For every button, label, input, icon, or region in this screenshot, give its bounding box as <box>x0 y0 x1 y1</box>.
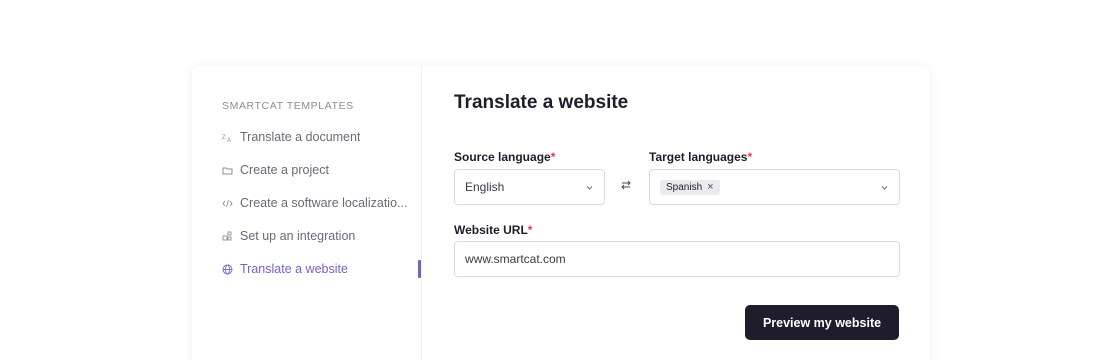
language-tag: Spanish × <box>660 179 720 195</box>
sidebar-item-label: Create a project <box>240 163 329 177</box>
folder-icon <box>222 165 233 176</box>
website-url-value: www.smartcat.com <box>465 252 566 266</box>
source-language-value: English <box>465 180 505 194</box>
sidebar-item-label: Translate a document <box>240 130 361 144</box>
svg-text:Z: Z <box>222 135 226 141</box>
remove-tag-icon[interactable]: × <box>707 181 713 193</box>
target-languages-select[interactable]: Spanish × <box>649 169 900 205</box>
svg-text:A: A <box>227 138 231 143</box>
language-tag-label: Spanish <box>666 181 703 193</box>
chevron-down-icon <box>880 183 889 192</box>
preview-website-button[interactable]: Preview my website <box>745 305 899 340</box>
swap-arrows-icon[interactable] <box>620 178 632 196</box>
main-panel: Translate a website Source language* Eng… <box>422 66 930 360</box>
chevron-down-icon <box>585 183 594 192</box>
sidebar-item-label: Set up an integration <box>240 229 356 243</box>
required-mark: * <box>747 150 753 164</box>
required-mark: * <box>550 150 556 164</box>
globe-icon <box>222 264 233 275</box>
sidebar-item-create-project[interactable]: Create a project <box>222 161 418 179</box>
target-languages-label: Target languages* <box>649 150 753 164</box>
translate-icon: ZA <box>222 132 233 143</box>
source-language-label: Source language* <box>454 150 556 164</box>
integration-icon <box>222 231 233 242</box>
code-icon <box>222 198 233 209</box>
sidebar-item-translate-document[interactable]: ZA Translate a document <box>222 128 418 146</box>
template-card: SMARTCAT TEMPLATES ZA Translate a docume… <box>192 66 930 360</box>
sidebar-item-software-localization[interactable]: Create a software localizatio... <box>222 194 418 212</box>
website-url-input[interactable]: www.smartcat.com <box>454 241 900 277</box>
sidebar-item-translate-website[interactable]: Translate a website <box>222 260 418 278</box>
templates-sidebar: SMARTCAT TEMPLATES ZA Translate a docume… <box>192 66 422 360</box>
page-title: Translate a website <box>454 92 629 113</box>
sidebar-heading: SMARTCAT TEMPLATES <box>222 100 354 112</box>
sidebar-item-label: Create a software localizatio... <box>240 196 408 210</box>
sidebar-item-integration[interactable]: Set up an integration <box>222 227 418 245</box>
required-mark: * <box>527 223 533 237</box>
source-language-select[interactable]: English <box>454 169 605 205</box>
website-url-label: Website URL* <box>454 223 533 237</box>
sidebar-item-label: Translate a website <box>240 262 348 276</box>
active-indicator <box>418 260 421 278</box>
